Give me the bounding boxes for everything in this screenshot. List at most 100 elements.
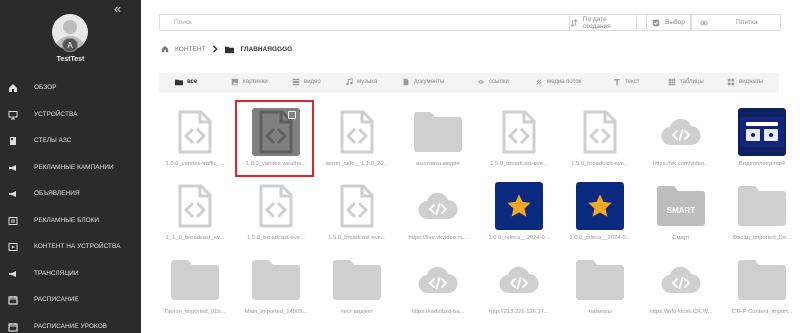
sidebar-item[interactable]: РАСПИСАНИЕ УРОКОВ: [0, 317, 141, 333]
folder-icon: [576, 256, 624, 304]
tile-name: http://213.226.126.17...: [489, 309, 549, 315]
tab-stream[interactable]: медиа поток: [535, 78, 581, 86]
avatar-badge: A: [62, 38, 78, 52]
cloud-code-icon: [495, 256, 543, 304]
sidebar-item[interactable]: РЕКЛАМНЫЕ КАМПАНИИ: [0, 158, 141, 178]
tab-music[interactable]: музыка: [345, 78, 377, 86]
tab-widget[interactable]: виджеты: [727, 78, 763, 86]
code-file-icon: [252, 108, 300, 156]
tab-label: все: [187, 79, 198, 85]
tab-link[interactable]: ссылки: [477, 78, 509, 86]
image-icon: [231, 78, 239, 86]
tab-text[interactable]: текст: [613, 78, 639, 86]
tile-name: 1.0.0_orleca__2024-0...: [569, 235, 631, 241]
view-mode-label: Плитка: [736, 19, 758, 26]
content-tile[interactable]: 1.0.0_yandex-traffic_...: [159, 108, 231, 180]
content-tile[interactable]: Пилон_imported_01b...: [159, 256, 231, 328]
content-tile[interactable]: https://vk.com/video...: [645, 108, 717, 180]
sort-button[interactable]: По дате создания: [569, 14, 637, 31]
tile-name: aeron_cafe__1.1.0_20...: [325, 161, 389, 167]
home-icon[interactable]: [161, 45, 169, 53]
eye-icon: [700, 20, 708, 25]
sidebar-item[interactable]: ТРАНСЛЯЦИИ: [0, 264, 141, 284]
content-tile[interactable]: 1_1_0_broadcast_ev...: [159, 182, 231, 254]
sidebar-item[interactable]: УСТРОЙСТВА: [0, 105, 141, 125]
sidebar-item[interactable]: ОБЪЯВЛЕНИЯ: [0, 184, 141, 204]
tab-label: таблицы: [680, 79, 704, 85]
campaign-icon: [9, 164, 16, 171]
tab-label: видео: [304, 79, 321, 85]
sidebar-item-label: УСТРОЙСТВА: [34, 110, 78, 118]
username: TestTest: [56, 56, 85, 63]
sidebar-item[interactable]: СТЕЛЫ АЗС: [0, 131, 141, 151]
tab-video[interactable]: видео: [292, 78, 321, 86]
tab-table[interactable]: таблицы: [668, 78, 704, 86]
tab-label: музыка: [357, 79, 378, 85]
tab-label: картинки: [243, 79, 268, 85]
search-placeholder: Поиск: [174, 19, 193, 26]
content-tile[interactable]: https://live.vkvideo.ru...: [402, 182, 474, 254]
megaphone-icon: [9, 191, 16, 197]
tile-name: https://radiobzd-ba...: [411, 309, 465, 315]
sidebar-item[interactable]: ОБЗОР: [0, 78, 141, 98]
sidebar-item[interactable]: РАСПИСАНИЕ: [0, 290, 141, 310]
stela-icon: [10, 137, 16, 145]
sidebar-item[interactable]: РЕКЛАМНЫЕ БЛОКИ: [0, 211, 141, 231]
code-file-icon: [171, 182, 219, 230]
cloud-code-icon: [414, 256, 462, 304]
content-tile[interactable]: 1.0.0_yandex-weathe...: [240, 108, 312, 180]
content-tile[interactable]: Фасад_imported_De...: [726, 182, 798, 254]
tile-checkbox[interactable]: [288, 111, 296, 119]
content-tile[interactable]: 1.0.0_orleca__2024-0...: [483, 182, 555, 254]
app-window: « A TestTest ОБЗОР УСТРОЙСТВА СТЕЛЫ АЗС РЕК…: [0, 0, 800, 333]
content-tile[interactable]: 1.5.0_broadcast-eve...: [321, 182, 393, 254]
content-tile[interactable]: http://213.226.126.17...: [483, 256, 555, 328]
calendar-icon: [8, 296, 18, 305]
text-icon: [614, 78, 620, 86]
select-button[interactable]: Выбор: [646, 14, 691, 31]
tile-name: Пилон_imported_01b...: [164, 309, 226, 315]
tab-label: текст: [625, 79, 640, 85]
breadcrumb-root[interactable]: КОНТЕНТ: [175, 46, 205, 53]
content-tile[interactable]: Видеоплеер.mp4: [726, 108, 798, 180]
tab-document[interactable]: документы: [402, 78, 444, 86]
content-tile[interactable]: 1.5.0_broadcast-eve...: [240, 182, 312, 254]
type-filter-tabs: все картинки видео музыка документы ссылки мед…: [159, 73, 779, 93]
content-tile[interactable]: выставка.медия: [402, 108, 474, 180]
sort-label: По дате создания: [582, 15, 611, 30]
table-icon: [668, 78, 676, 86]
tile-name: 1.0.0_yandex-traffic_...: [165, 161, 225, 167]
sidebar: « A TestTest ОБЗОР УСТРОЙСТВА СТЕЛЫ АЗС РЕК…: [0, 0, 141, 333]
sidebar-item[interactable]: КОНТЕНТ НА УСТРОЙСТВА: [0, 237, 141, 257]
tile-name: 1.0.0_yandex-weathe...: [245, 161, 307, 167]
tab-label: документы: [414, 79, 445, 85]
content-tile[interactable]: таймеры: [564, 256, 636, 328]
content-tile[interactable]: 1.0.0_orleca__2024-0...: [564, 182, 636, 254]
content-tile[interactable]: 1.5.0_broadcast-eve...: [564, 108, 636, 180]
link-icon: [477, 80, 485, 84]
tab-label: виджеты: [739, 79, 764, 85]
tile-name: Смарт: [672, 235, 690, 241]
tile-name: https://info-kiosk.CK.W...: [649, 309, 713, 315]
tile-name: Фасад_imported_De...: [732, 235, 792, 241]
tile-name: Видеоплеер.mp4: [738, 161, 785, 167]
content-tile[interactable]: https://radiobzd-ba...: [402, 256, 474, 328]
tab-folder[interactable]: все: [175, 78, 197, 86]
content-tile[interactable]: CTFP Content_import...: [726, 256, 798, 328]
folder-icon: [738, 182, 786, 230]
code-file-icon: [333, 182, 381, 230]
content-tile[interactable]: SMART Смарт: [645, 182, 717, 254]
sidebar-item-label: КОНТЕНТ НА УСТРОЙСТВА: [34, 243, 121, 250]
tab-image[interactable]: картинки: [231, 78, 268, 86]
view-mode-select[interactable]: Плитка: [691, 14, 781, 31]
content-tile[interactable]: aeron_cafe__1.1.0_20...: [321, 108, 393, 180]
double-chevron-left-icon[interactable]: «: [114, 1, 121, 16]
content-tile[interactable]: 1.5.0_broadcast-eve...: [483, 108, 555, 180]
sidebar-item-label: РАСПИСАНИЕ: [34, 296, 79, 303]
content-tile[interactable]: https://info-kiosk.CK.W...: [645, 256, 717, 328]
content-tile[interactable]: Main_imported_14b05...: [240, 256, 312, 328]
cloud-code-icon: [657, 256, 705, 304]
smart-folder-icon: SMART: [657, 182, 705, 230]
content-tile[interactable]: тест виджет: [321, 256, 393, 328]
stream-icon: [536, 79, 542, 85]
